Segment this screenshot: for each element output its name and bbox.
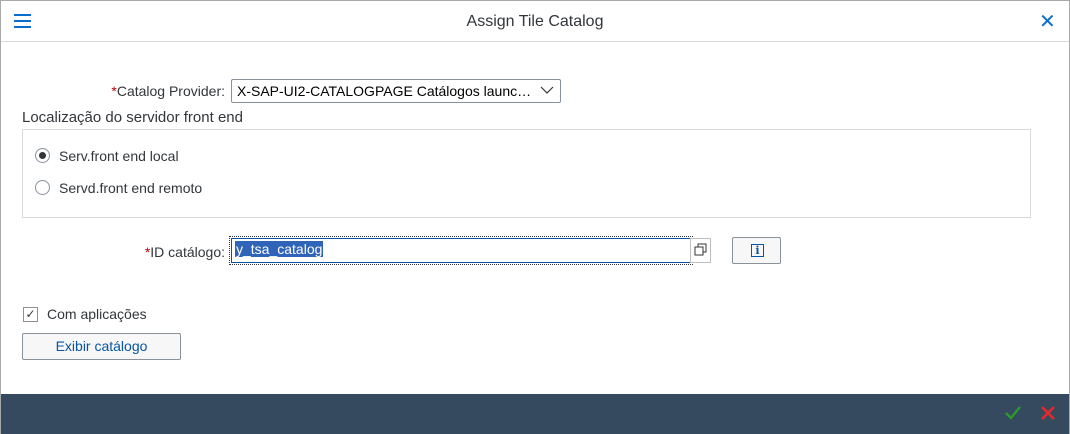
dialog-footer <box>1 394 1069 434</box>
display-catalog-button[interactable]: Exibir catálogo <box>22 333 181 360</box>
radio-label: Serv.front end local <box>59 148 179 164</box>
close-icon[interactable]: ✕ <box>1039 11 1056 31</box>
radio-local-frontend[interactable]: Serv.front end local <box>35 146 235 166</box>
radio-remote-frontend[interactable]: Servd.front end remoto <box>35 178 255 198</box>
with-apps-checkbox-row[interactable]: ✓ Com aplicações <box>23 306 163 324</box>
catalog-id-value: y_tsa_catalog <box>235 241 324 257</box>
location-radio-group: Serv.front end local Servd.front end rem… <box>22 129 1031 218</box>
with-apps-label: Com aplicações <box>47 306 147 322</box>
info-icon: i <box>751 244 764 257</box>
catalog-id-input[interactable]: y_tsa_catalog <box>229 236 693 265</box>
checkmark-icon[interactable] <box>1004 404 1022 422</box>
dialog-header: Assign Tile Catalog ✕ <box>1 1 1069 42</box>
catalog-id-label-text: ID catálogo: <box>150 244 225 260</box>
catalog-id-label: *ID catálogo: <box>101 244 225 260</box>
radio-button[interactable] <box>35 180 50 195</box>
radio-button-selected[interactable] <box>35 148 50 163</box>
catalog-provider-select[interactable]: X-SAP-UI2-CATALOGPAGE Catálogos launchpa… <box>231 79 561 103</box>
catalog-provider-value: X-SAP-UI2-CATALOGPAGE Catálogos launchpa… <box>237 83 549 99</box>
catalog-provider-label-text: Catalog Provider: <box>116 83 225 99</box>
with-apps-checkbox[interactable]: ✓ <box>23 307 38 322</box>
info-button[interactable]: i <box>732 237 781 264</box>
chevron-down-icon <box>540 86 554 94</box>
radio-label: Servd.front end remoto <box>59 180 203 196</box>
assign-tile-catalog-dialog: Assign Tile Catalog ✕ *Catalog Provider:… <box>0 0 1070 434</box>
value-help-button[interactable] <box>690 238 711 263</box>
catalog-provider-label: *Catalog Provider: <box>101 83 225 99</box>
section-title: Localização do servidor front end <box>22 109 243 126</box>
dialog-title: Assign Tile Catalog <box>466 13 604 30</box>
cancel-x-icon[interactable] <box>1039 404 1057 422</box>
value-help-icon <box>694 243 707 256</box>
